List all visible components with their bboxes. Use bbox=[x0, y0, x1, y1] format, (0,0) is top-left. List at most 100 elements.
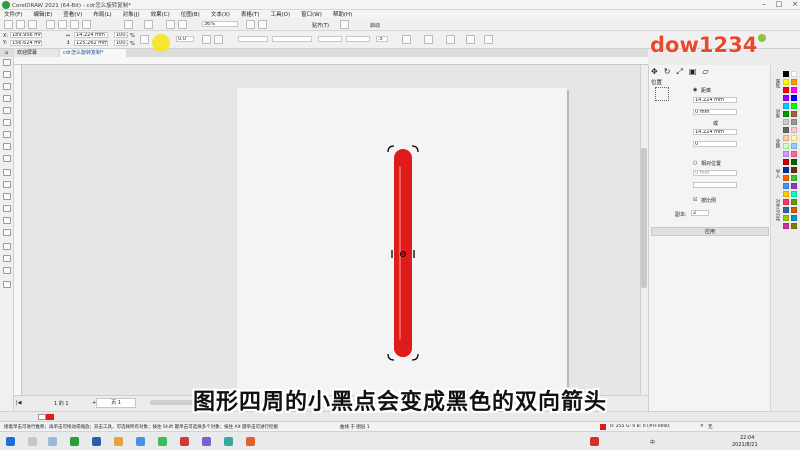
horizontal-ruler[interactable] bbox=[14, 57, 648, 65]
angle-field[interactable]: 0 bbox=[693, 141, 737, 147]
copy-icon[interactable] bbox=[70, 20, 79, 29]
anchor-grid[interactable] bbox=[655, 87, 669, 101]
apply-button[interactable]: 应用 bbox=[651, 227, 769, 236]
palette-swatch[interactable] bbox=[791, 95, 797, 101]
x-position-field[interactable]: 189.956 mm bbox=[10, 32, 42, 38]
fill-dropdown[interactable] bbox=[238, 36, 268, 42]
launch-dropdown[interactable]: 启动 bbox=[370, 22, 380, 29]
menu-effects[interactable]: 效果(C) bbox=[151, 10, 170, 18]
palette-swatch[interactable] bbox=[791, 183, 797, 189]
ellipse-tool-icon[interactable] bbox=[3, 143, 11, 150]
copies-field[interactable]: 2 bbox=[691, 210, 709, 216]
palette-swatch[interactable] bbox=[783, 119, 789, 125]
to-front-icon[interactable] bbox=[446, 35, 455, 44]
palette-swatch[interactable] bbox=[783, 71, 789, 77]
interactive-fill-icon[interactable] bbox=[3, 243, 11, 250]
outline-pen-icon[interactable] bbox=[3, 267, 11, 274]
wrap-text-icon[interactable] bbox=[424, 35, 433, 44]
width-field[interactable]: 14.224 mm bbox=[74, 32, 108, 38]
palette-swatch[interactable] bbox=[783, 111, 789, 117]
outline-width-field[interactable]: .5 bbox=[376, 36, 388, 42]
artistic-media-icon[interactable] bbox=[3, 119, 11, 126]
size-mode-icon[interactable]: ▣ bbox=[689, 67, 697, 77]
palette-swatch[interactable] bbox=[783, 87, 789, 93]
palette-swatch[interactable] bbox=[783, 167, 789, 173]
palette-swatch[interactable] bbox=[791, 175, 797, 181]
skew-mode-icon[interactable]: ▱ bbox=[702, 67, 708, 77]
palette-swatch[interactable] bbox=[783, 95, 789, 101]
home-icon[interactable]: ⌂ bbox=[2, 49, 12, 57]
save-icon[interactable] bbox=[28, 20, 37, 29]
rulers-icon[interactable] bbox=[258, 20, 267, 29]
palette-swatch[interactable] bbox=[783, 159, 789, 165]
clock-date[interactable]: 2021/8/21 bbox=[732, 442, 758, 448]
app-icon-teal[interactable] bbox=[224, 437, 233, 446]
relative-radio[interactable]: ○ bbox=[693, 160, 697, 166]
docker-tab-objects[interactable]: 对象 bbox=[772, 109, 780, 118]
search-icon[interactable] bbox=[28, 437, 37, 446]
mirror-vertical-icon[interactable] bbox=[214, 35, 223, 44]
menu-bitmaps[interactable]: 位图(B) bbox=[181, 10, 200, 18]
folder-icon[interactable] bbox=[114, 437, 123, 446]
rotate-handle-bottom-left[interactable] bbox=[387, 353, 395, 361]
menu-edit[interactable]: 编辑(E) bbox=[33, 10, 52, 18]
scale-y-field[interactable]: 100.0 bbox=[114, 40, 128, 46]
tab-welcome[interactable]: 欢迎屏幕 bbox=[14, 49, 58, 57]
smart-fill-icon[interactable] bbox=[3, 255, 11, 262]
palette-swatch[interactable] bbox=[783, 135, 789, 141]
rotation-field[interactable]: 0.0 bbox=[176, 36, 194, 42]
menu-tools[interactable]: 工具(O) bbox=[271, 10, 291, 18]
menu-text[interactable]: 文本(X) bbox=[211, 10, 230, 18]
transparency-icon[interactable] bbox=[3, 217, 11, 224]
menu-layout[interactable]: 布局(L) bbox=[93, 10, 111, 18]
proportional-checkbox[interactable]: ☑ bbox=[693, 197, 697, 203]
app-icon-red[interactable] bbox=[180, 437, 189, 446]
outline-style-dropdown[interactable] bbox=[272, 36, 312, 42]
palette-swatch[interactable] bbox=[791, 199, 797, 205]
rotate-handle-top-right[interactable] bbox=[411, 145, 419, 153]
palette-swatch[interactable] bbox=[791, 127, 797, 133]
redo-icon[interactable] bbox=[144, 20, 153, 29]
first-page-icon[interactable]: |◀ bbox=[16, 400, 22, 406]
palette-swatch[interactable] bbox=[783, 143, 789, 149]
freehand-tool-icon[interactable] bbox=[3, 107, 11, 114]
palette-swatch[interactable] bbox=[791, 135, 797, 141]
palette-swatch[interactable] bbox=[791, 191, 797, 197]
crop-tool-icon[interactable] bbox=[3, 83, 11, 90]
docker-tab-import[interactable]: 导入 bbox=[772, 169, 780, 178]
palette-swatch[interactable] bbox=[783, 151, 789, 157]
print-icon[interactable] bbox=[46, 20, 55, 29]
scale-x-field[interactable]: 100.0 bbox=[114, 32, 128, 38]
paste-icon[interactable] bbox=[82, 20, 91, 29]
palette-swatch[interactable] bbox=[783, 223, 789, 229]
lock-ratio-icon[interactable] bbox=[140, 35, 149, 44]
close-curve-icon[interactable] bbox=[402, 35, 411, 44]
clock-time[interactable]: 22:04 bbox=[740, 435, 754, 441]
palette-swatch[interactable] bbox=[791, 143, 797, 149]
palette-swatch[interactable] bbox=[791, 87, 797, 93]
to-back-icon[interactable] bbox=[466, 35, 475, 44]
settings-gear-icon[interactable] bbox=[340, 20, 349, 29]
palette-swatch[interactable] bbox=[791, 151, 797, 157]
edge-icon[interactable] bbox=[136, 437, 145, 446]
app-icon-orange[interactable] bbox=[246, 437, 255, 446]
palette-swatch[interactable] bbox=[783, 103, 789, 109]
rotate-mode-icon[interactable]: ↻ bbox=[664, 67, 671, 77]
coreldraw-taskbar-icon[interactable] bbox=[70, 437, 79, 446]
palette-swatch[interactable] bbox=[791, 119, 797, 125]
palette-swatch[interactable] bbox=[783, 215, 789, 221]
rotate-handle-bottom-right[interactable] bbox=[411, 353, 419, 361]
no-color-swatch[interactable] bbox=[38, 414, 46, 420]
connector-tool-icon[interactable] bbox=[3, 193, 11, 200]
tab-document[interactable]: cdr怎么旋转复制* bbox=[60, 49, 126, 57]
horizontal-scroll-thumb[interactable] bbox=[150, 400, 270, 405]
rectangle-tool-icon[interactable] bbox=[3, 131, 11, 138]
palette-swatch[interactable] bbox=[783, 127, 789, 133]
ime-language[interactable]: 中 bbox=[650, 439, 655, 446]
snap-to-dropdown[interactable]: 贴齐(T) bbox=[312, 22, 329, 29]
full-screen-icon[interactable] bbox=[246, 20, 255, 29]
distance-radio[interactable]: ◉ bbox=[693, 87, 697, 93]
menu-view[interactable]: 查看(V) bbox=[63, 10, 82, 18]
horizontal-distance-field[interactable]: 14.224 mm bbox=[693, 97, 737, 103]
import-icon[interactable] bbox=[166, 20, 175, 29]
